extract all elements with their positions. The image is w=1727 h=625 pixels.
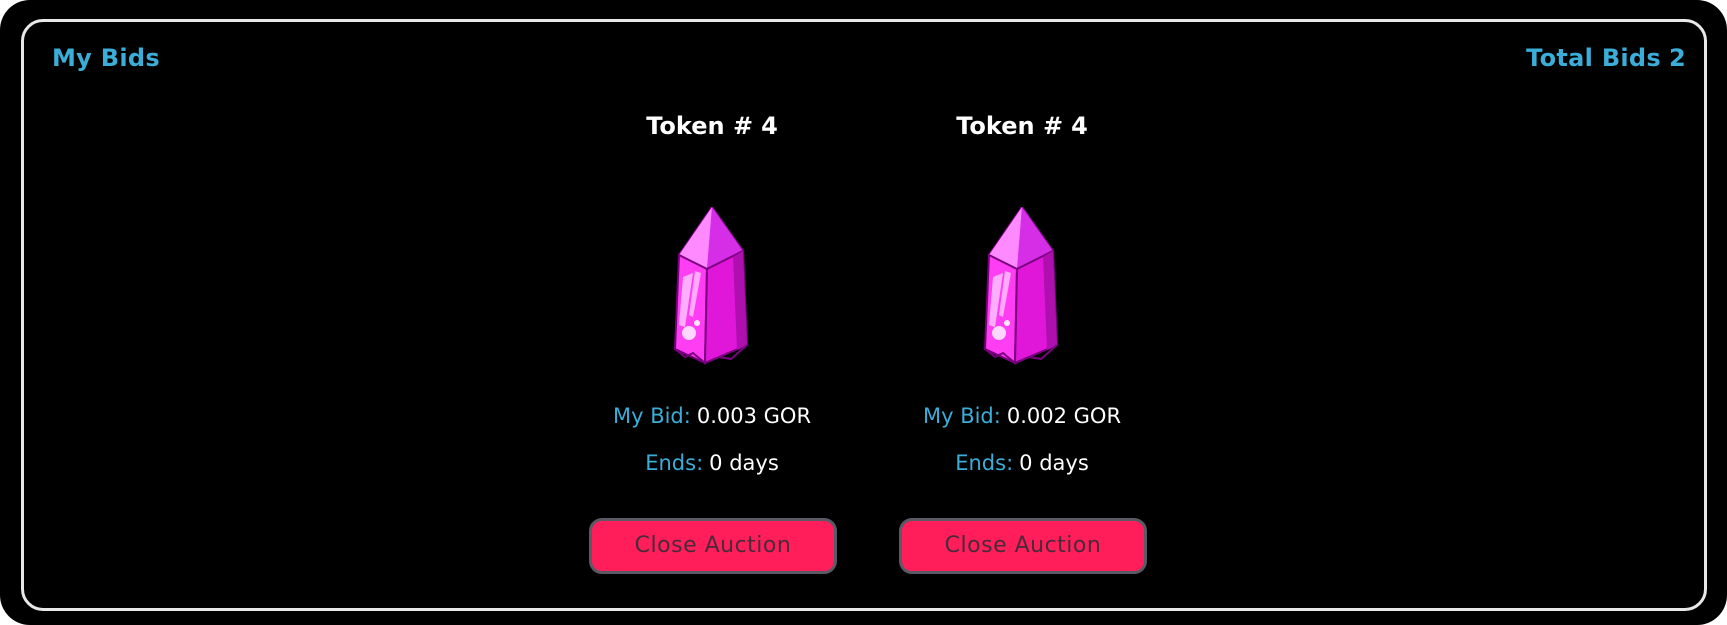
close-auction-button[interactable]: Close Auction <box>589 518 837 574</box>
my-bid-label: My Bid: <box>612 404 691 428</box>
my-bid-value: 0.002 GOR <box>1006 404 1122 428</box>
ends-value: 0 days <box>709 451 779 475</box>
total-bids-count: 2 <box>1669 44 1686 72</box>
token-title: Token #4 <box>897 112 1147 140</box>
crystal-image <box>673 207 749 365</box>
token-label: Token # <box>956 112 1064 140</box>
token-id: 4 <box>761 112 778 140</box>
my-bid-row: My Bid: 0.002 GOR <box>897 404 1147 428</box>
close-auction-button[interactable]: Close Auction <box>899 518 1147 574</box>
token-id: 4 <box>1071 112 1088 140</box>
ends-row: Ends: 0 days <box>587 451 837 475</box>
ends-row: Ends: 0 days <box>897 451 1147 475</box>
app-frame: My Bids Total Bids 2 Token #4 My Bid: 0.… <box>0 0 1727 625</box>
my-bid-row: My Bid: 0.003 GOR <box>587 404 837 428</box>
ends-label: Ends: <box>645 451 704 475</box>
total-bids-label: Total Bids <box>1526 44 1661 72</box>
my-bid-value: 0.003 GOR <box>696 404 812 428</box>
my-bids-panel: My Bids Total Bids 2 Token #4 My Bid: 0.… <box>21 19 1707 611</box>
ends-value: 0 days <box>1019 451 1089 475</box>
token-title: Token #4 <box>587 112 837 140</box>
page-title: My Bids <box>52 44 160 72</box>
bid-card: Token #4 My Bid:0.002 GOR Ends:0 days <box>897 112 1147 582</box>
bid-card: Token #4 My Bid: 0.003 GOR Ends: 0 days … <box>587 112 837 582</box>
total-bids-counter: Total Bids 2 <box>1526 44 1686 72</box>
token-label: Token # <box>646 112 754 140</box>
ends-label: Ends: <box>955 451 1014 475</box>
my-bid-label: My Bid: <box>922 404 1001 428</box>
crystal-image <box>983 207 1059 365</box>
